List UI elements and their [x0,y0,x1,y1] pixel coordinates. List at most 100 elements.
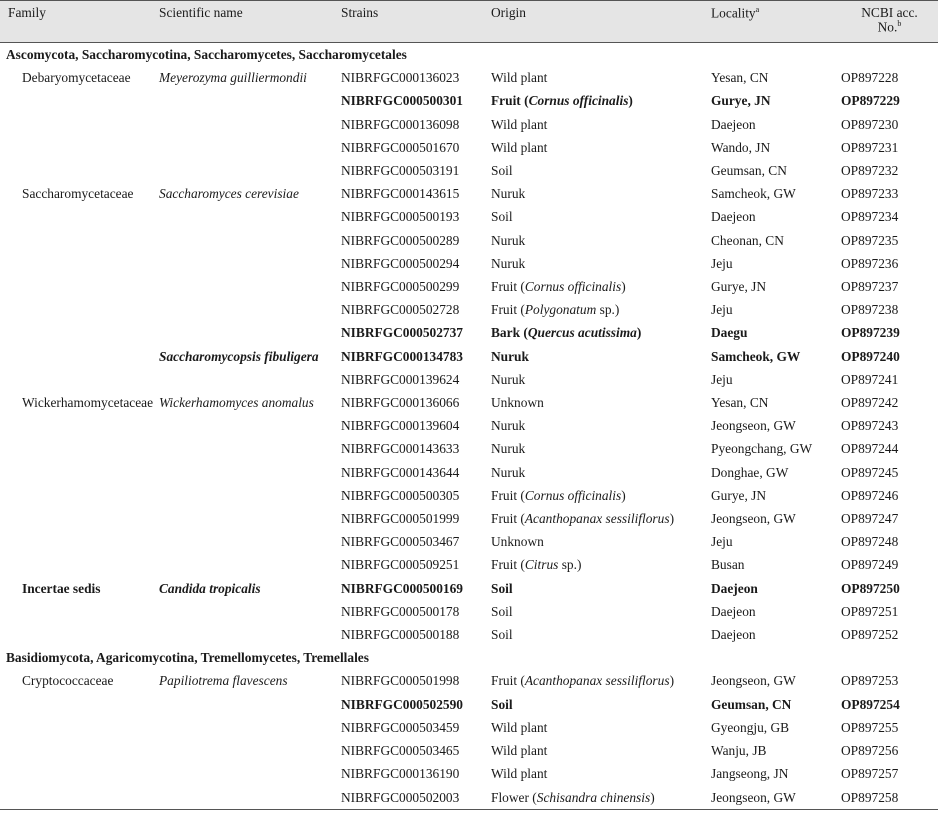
cell-accession: OP897236 [841,255,899,271]
cell-family: Incertae sedis [22,580,101,596]
cell-locality: Pyeongchang, GW [711,441,813,457]
cell-strain: NIBRFGC000136098 [341,116,460,132]
table-row: NIBRFGC000500305 Fruit (Cornus officinali… [0,484,938,507]
cell-family [0,530,155,553]
cell-origin: Wild plant [487,762,707,785]
cell-strain: NIBRFGC000503459 [341,719,460,735]
cell-strain: NIBRFGC000136023 [341,70,460,86]
cell-locality: Daejeon [711,116,756,132]
cell-accession: OP897246 [841,487,899,503]
cell-accession: OP897233 [841,186,899,202]
cell-strain: NIBRFGC000500188 [341,627,460,643]
origin-species: Acanthopanax sessiliflorus [524,673,670,689]
cell-locality: Yesan, CN [711,395,769,411]
table-body: Ascomycota, Saccharomycotina, Saccharomy… [0,43,938,810]
cell-accession: OP897250 [841,580,900,596]
cell-strain: NIBRFGC000500294 [341,255,460,271]
cell-family [0,252,155,275]
table-row: NIBRFGC000502590 Soil Geumsan, CN OP897254 [0,693,938,716]
cell-origin: Soil [487,205,707,228]
cell-family [0,345,155,368]
origin-text: Soil [491,603,513,619]
cell-locality: Gyeongju, GB [711,719,790,735]
taxonomy-group-label: Basidiomycota, Agaricomycotina, Tremello… [6,650,369,666]
cell-accession: OP897244 [841,441,899,457]
origin-text: Nuruk [491,418,526,434]
table-row: NIBRFGC000500193 Soil Daejeon OP897234 [0,205,938,228]
cell-origin: Soil [487,693,707,716]
header-strains: Strains [337,0,487,43]
origin-species: Acanthopanax sessiliflorus [524,511,670,527]
cell-scientific-name [155,275,337,298]
header-locality-footnote: a [755,5,760,14]
cell-strain: NIBRFGC000139624 [341,371,460,387]
cell-strain: NIBRFGC000503191 [341,163,460,179]
table-row: NIBRFGC000503191 Soil Geumsan, CN OP897232 [0,159,938,182]
cell-family [0,507,155,530]
cell-origin: Fruit (Acanthopanax sessiliflorus) [487,507,707,530]
origin-text: Nuruk [491,371,526,387]
cell-scientific-name [155,461,337,484]
cell-accession: OP897255 [841,719,899,735]
origin-suffix: ) [621,279,626,295]
origin-species: Cornus officinalis [524,487,622,503]
cell-strain: NIBRFGC000500169 [341,580,464,596]
cell-origin: Nuruk [487,437,707,460]
cell-origin: Soil [487,600,707,623]
cell-scientific-name: Papiliotrema flavescens [159,673,288,689]
origin-suffix: ) [669,673,675,689]
table-row: Saccharomycopsis fibuligera NIBRFGC000134… [0,345,938,368]
origin-text: Fruit ( [491,487,525,503]
cell-family [0,623,155,646]
table-row: NIBRFGC000500178 Soil Daejeon OP897251 [0,600,938,623]
cell-family [0,553,155,576]
origin-suffix: ) [621,487,626,503]
cell-origin: Unknown [487,530,707,553]
cell-locality: Jeju [711,534,733,550]
cell-locality: Daejeon [711,580,758,596]
cell-accession: OP897252 [841,627,899,643]
origin-text: Bark ( [491,325,528,341]
cell-locality: Daejeon [711,209,756,225]
cell-origin: Wild plant [487,136,707,159]
cell-scientific-name [155,785,337,810]
cell-accession: OP897232 [841,163,899,179]
origin-suffix: sp.) [558,557,582,573]
header-locality-label: Locality [711,5,756,21]
origin-text: Fruit ( [491,511,525,527]
table-row: Cryptococcaceae Papiliotrema flavescens NI… [0,669,938,692]
cell-origin: Fruit (Polygonatum sp.) [487,298,707,321]
cell-accession: OP897254 [841,696,900,712]
cell-family [0,600,155,623]
table-row: NIBRFGC000500301 Fruit (Cornus officinali… [0,89,938,112]
cell-family [0,762,155,785]
cell-origin: Fruit (Acanthopanax sessiliflorus) [487,669,707,692]
cell-scientific-name [155,716,337,739]
origin-species: Polygonatum [524,302,597,318]
header-locality: Localitya [707,0,837,43]
cell-scientific-name [155,623,337,646]
cell-strain: NIBRFGC000502728 [341,302,460,318]
origin-text: Nuruk [491,186,526,202]
table-row: NIBRFGC000500289 Nuruk Cheonan, CN OP897235 [0,229,938,252]
origin-text: Soil [491,627,513,643]
cell-strain: NIBRFGC000500299 [341,279,460,295]
origin-suffix: ) [636,325,642,341]
cell-accession: OP897228 [841,70,899,86]
cell-family [0,136,155,159]
cell-origin: Soil [487,623,707,646]
cell-origin: Nuruk [487,345,707,368]
group-row: Ascomycota, Saccharomycotina, Saccharomy… [0,43,938,67]
header-scientific-name: Scientific name [155,0,337,43]
cell-locality: Cheonan, CN [711,232,784,248]
cell-strain: NIBRFGC000502003 [337,785,487,810]
cell-locality: Wando, JN [711,139,771,155]
table-row: NIBRFGC000136190 Wild plant Jangseong, JN O… [0,762,938,785]
cell-locality: Gurye, JN [711,93,771,109]
origin-text: Unknown [491,534,544,550]
cell-accession: OP897253 [841,673,899,689]
cell-origin: Flower (Schisandra chinensis) [487,785,707,810]
cell-locality: Geumsan, CN [711,696,792,712]
cell-origin: Nuruk [487,368,707,391]
cell-origin: Nuruk [487,252,707,275]
